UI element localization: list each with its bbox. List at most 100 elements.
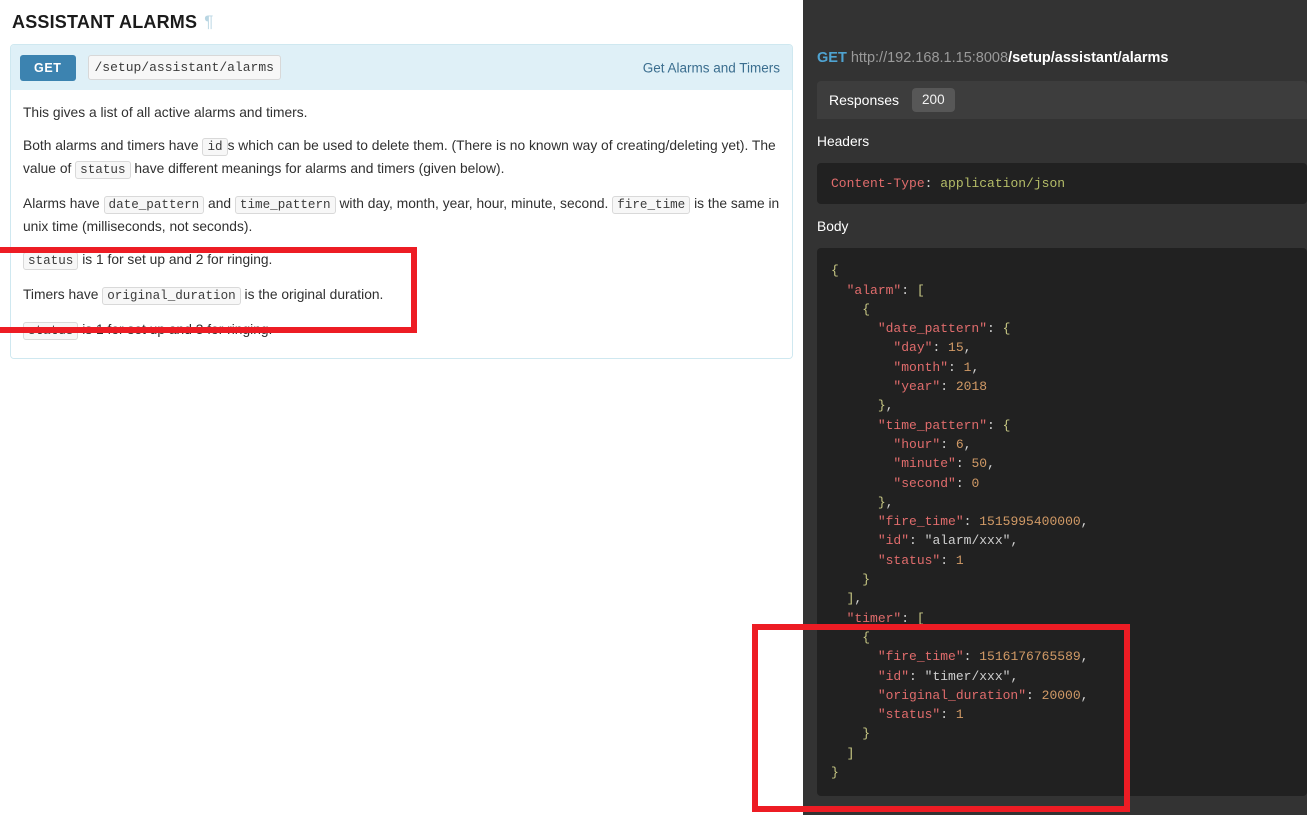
json-brace: } <box>877 398 886 414</box>
json-colon: : <box>963 514 980 530</box>
description-paragraph: Both alarms and timers have id s which ca… <box>23 138 776 179</box>
json-brace: { <box>862 629 871 645</box>
json-key: "status" <box>877 552 941 568</box>
inline-code-token: status <box>23 252 79 270</box>
json-key: "year" <box>893 379 941 395</box>
json-key: "month" <box>893 359 949 375</box>
json-number: 1515995400000 <box>979 514 1081 530</box>
operation-block: GET /setup/assistant/alarms Get Alarms a… <box>10 44 793 359</box>
json-colon: : <box>955 456 972 472</box>
json-number: 6 <box>955 436 964 452</box>
status-code-tab[interactable]: 200 <box>912 88 955 112</box>
request-url-line: GET http://192.168.1.15:8008/setup/assis… <box>803 0 1307 68</box>
inline-code-token: status <box>75 161 131 179</box>
json-number: 20000 <box>1041 687 1081 703</box>
json-colon: : <box>963 649 980 665</box>
page-title-text: ASSISTANT ALARMS <box>12 12 198 32</box>
request-path: /setup/assistant/alarms <box>1008 50 1169 66</box>
responses-tabbar: Responses 200 <box>817 81 1307 119</box>
description-paragraph: Timers have original_duration is the ori… <box>23 287 384 305</box>
json-brace: { <box>831 263 839 279</box>
json-number: 15 <box>948 340 964 356</box>
inline-code-token: original_duration <box>102 287 241 305</box>
json-colon: : <box>909 668 925 684</box>
json-colon: : <box>940 379 956 395</box>
json-colon: : <box>909 533 925 549</box>
json-colon: : <box>940 436 956 452</box>
json-brace: { <box>862 301 871 317</box>
anchor-link-icon[interactable]: ¶ <box>204 13 213 30</box>
json-bracket: ] <box>846 745 855 761</box>
json-key: "day" <box>893 340 933 356</box>
inline-code-token: status <box>23 322 79 340</box>
json-key: "alarm" <box>846 282 902 298</box>
response-pane: GET http://192.168.1.15:8008/setup/assis… <box>803 0 1307 815</box>
body-code-block: { "alarm": [ { "date_pattern": { "day": … <box>817 248 1307 797</box>
json-key: "fire_time" <box>877 649 964 665</box>
json-brace: } <box>831 765 839 781</box>
json-key: "hour" <box>893 436 941 452</box>
description-paragraph: This gives a list of all active alarms a… <box>23 105 308 120</box>
json-number: 1 <box>963 359 972 375</box>
json-key: "original_duration" <box>877 687 1027 703</box>
json-number: 50 <box>971 456 988 472</box>
json-bracket: ] <box>846 591 855 607</box>
json-key: "timer" <box>846 610 902 626</box>
inline-code-token: id <box>202 138 228 156</box>
json-key: "minute" <box>893 456 956 472</box>
headers-code-block: Content-Type: application/json <box>817 163 1307 205</box>
page-title: ASSISTANT ALARMS ¶ <box>0 0 803 34</box>
json-colon: : <box>901 282 917 298</box>
json-key: "second" <box>893 475 956 491</box>
json-string: "alarm/xxx" <box>924 533 1011 549</box>
http-method-badge: GET <box>20 54 76 81</box>
inline-code-token: fire_time <box>612 196 691 214</box>
json-key: "date_pattern" <box>877 321 988 337</box>
json-number: 1 <box>955 552 964 568</box>
json-brace: } <box>862 572 871 588</box>
json-brace: } <box>877 494 886 510</box>
json-bracket: [ <box>916 610 925 626</box>
request-host: http://192.168.1.15:8008 <box>850 50 1009 66</box>
json-colon: : <box>940 707 956 723</box>
json-key: "status" <box>877 707 941 723</box>
json-colon: : <box>932 340 949 356</box>
operation-summary-link[interactable]: Get Alarms and Timers <box>643 60 780 75</box>
operation-header[interactable]: GET /setup/assistant/alarms Get Alarms a… <box>11 45 792 90</box>
json-colon: : <box>1026 687 1042 703</box>
header-separator: : <box>924 176 941 191</box>
endpoint-path: /setup/assistant/alarms <box>87 55 281 80</box>
headers-section-label: Headers <box>817 134 870 149</box>
body-section-label: Body <box>817 219 849 235</box>
json-number: 1516176765589 <box>979 649 1081 665</box>
inline-code-token: date_pattern <box>103 196 205 214</box>
header-value: application/json <box>940 176 1066 191</box>
json-number: 2018 <box>955 379 988 395</box>
json-key: "time_pattern" <box>877 417 988 433</box>
json-string: "timer/xxx" <box>924 668 1011 684</box>
json-colon: : <box>901 610 917 626</box>
request-method: GET <box>817 50 847 66</box>
json-brace: { <box>1002 321 1011 337</box>
api-docs-pane: ASSISTANT ALARMS ¶ GET /setup/assistant/… <box>0 0 803 815</box>
description-paragraph: status is 1 for set up and 3 for ringing… <box>23 319 780 342</box>
json-key: "fire_time" <box>877 514 964 530</box>
json-brace: { <box>1002 417 1011 433</box>
json-number: 1 <box>955 707 964 723</box>
json-key: "id" <box>877 668 910 684</box>
json-colon: : <box>940 552 956 568</box>
description-paragraph: status is 1 for set up and 2 for ringing… <box>23 249 780 272</box>
json-number: 0 <box>971 475 980 491</box>
json-colon: : <box>948 359 964 375</box>
json-colon: : <box>987 321 1003 337</box>
description-paragraph: Alarms have date_pattern and time_patter… <box>23 196 780 234</box>
inline-code-token: time_pattern <box>234 196 336 214</box>
operation-description: This gives a list of all active alarms a… <box>11 90 792 358</box>
json-brace: } <box>862 726 871 742</box>
json-key: "id" <box>877 533 910 549</box>
json-colon: : <box>987 417 1003 433</box>
responses-label: Responses <box>829 92 900 108</box>
screenshot-root: ASSISTANT ALARMS ¶ GET /setup/assistant/… <box>0 0 1307 815</box>
json-bracket: [ <box>916 282 925 298</box>
header-name: Content-Type <box>831 176 925 191</box>
